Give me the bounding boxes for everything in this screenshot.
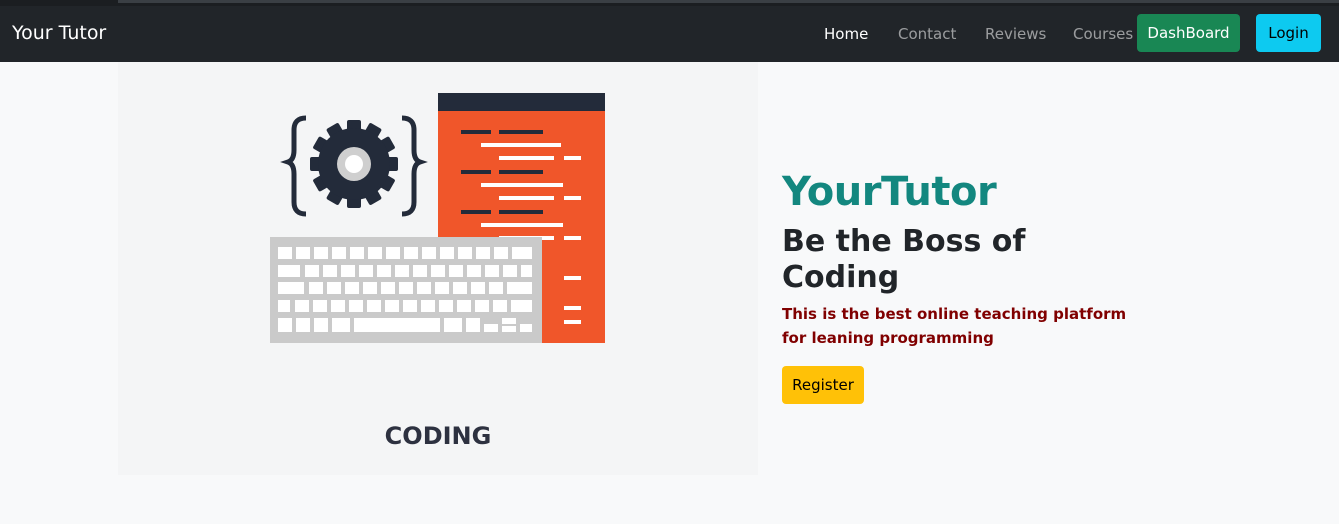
gear-icon <box>280 115 428 217</box>
illustration-caption: CODING <box>385 422 492 450</box>
nav-link-reviews[interactable]: Reviews <box>985 25 1046 43</box>
nav-link-home[interactable]: Home <box>824 25 868 43</box>
register-button[interactable]: Register <box>782 366 864 404</box>
coding-illustration: CODING <box>118 62 758 475</box>
hero-title: YourTutor <box>782 169 997 215</box>
login-button[interactable]: Login <box>1256 14 1321 52</box>
top-strip-segment <box>118 0 1339 3</box>
nav-link-contact[interactable]: Contact <box>898 25 956 43</box>
hero-text-block: YourTutor Be the Boss of Coding This is … <box>782 170 1142 404</box>
nav-link-courses[interactable]: Courses <box>1073 25 1133 43</box>
brand-logo[interactable]: Your Tutor <box>12 22 106 44</box>
keyboard-graphic <box>270 237 542 343</box>
coding-illustration-svg: CODING <box>270 93 605 450</box>
navbar: Your Tutor Home Contact Reviews Courses … <box>0 6 1339 62</box>
dashboard-button[interactable]: DashBoard <box>1137 14 1240 52</box>
hero-description: This is the best online teaching platfor… <box>782 305 1127 347</box>
hero-subtitle: Be the Boss of Coding <box>782 224 1026 295</box>
